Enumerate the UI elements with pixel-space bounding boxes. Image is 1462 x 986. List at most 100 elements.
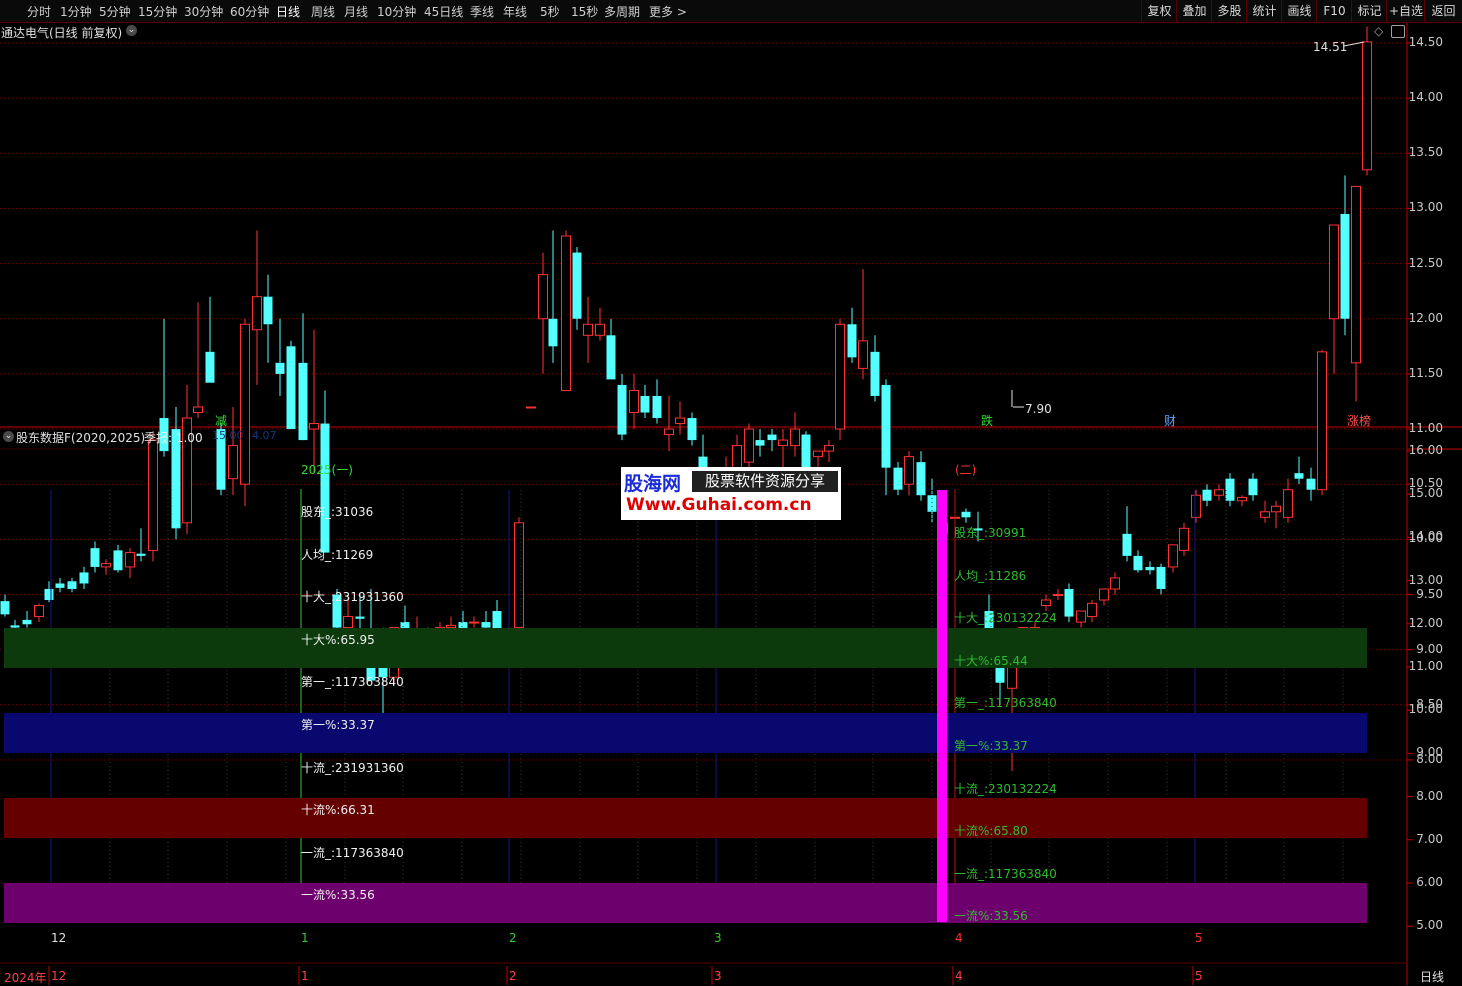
price-tick-label: 11.50 [1408, 365, 1443, 380]
left-value-label: 一流%:33.56 [301, 888, 375, 903]
candle-body-up [1237, 496, 1247, 502]
candle-body-up [228, 445, 238, 480]
timeline-month-label: 2 [509, 969, 517, 983]
candle-body-down [298, 362, 308, 441]
timeline-month-label: 3 [714, 969, 722, 983]
candle-body-down [263, 296, 273, 325]
price-tick-label: 13.50 [1408, 145, 1443, 160]
candle-body-down [55, 583, 65, 588]
candle-body-down [548, 318, 558, 347]
indicator-month-label: 4 [955, 931, 963, 945]
shareholder-band [4, 798, 1367, 838]
indicator-tick-label: 8.00 [1416, 788, 1443, 803]
candle-body-down [1294, 473, 1304, 479]
left-value-label: 十流_:231931360 [301, 760, 404, 775]
candle-body-up [309, 423, 319, 430]
candle-body-down [1340, 213, 1350, 319]
candle-body-up [1283, 489, 1293, 518]
candle-body-up [583, 323, 593, 336]
candle-body-down [136, 553, 146, 556]
candle-body-up [538, 274, 548, 320]
candle-body-up [790, 428, 800, 447]
indicator-tick-label: 7.00 [1416, 831, 1443, 846]
indicator-month-label: 2 [509, 931, 517, 945]
candle-body-down [572, 252, 582, 319]
right-value-label: 十大%:65.44 [954, 653, 1028, 668]
price-tick-label: 13.00 [1408, 200, 1443, 215]
candle-body-down [79, 572, 89, 584]
status-period[interactable]: 日线 [1420, 968, 1444, 985]
candle-body-up [446, 624, 456, 629]
event-tag-finance[interactable]: 财 [1164, 412, 1176, 429]
chevron-down-icon[interactable]: ⌄ [126, 25, 137, 36]
candle-body-down [767, 434, 777, 441]
indicator-tick-label: 15.00 [1408, 486, 1443, 501]
event-tag-gain-list[interactable]: 涨榜 [1347, 412, 1371, 429]
candle-body-down [916, 462, 926, 496]
watermark-url: Www.Guhai.com.cn [626, 495, 812, 515]
indicator-tick-label: 12.00 [1408, 615, 1443, 630]
candle-body-down [1248, 478, 1258, 496]
event-tag-reduce[interactable]: 减 [215, 412, 227, 429]
indicator-toggle-icon[interactable]: ⌄ [3, 431, 14, 442]
candle-body-down [90, 548, 100, 567]
price-tick-label: 9.50 [1416, 586, 1443, 601]
candle-body-up [904, 456, 914, 485]
candle-body-down [755, 440, 765, 446]
indicator-title[interactable]: 股东数据F(2020,2025) [16, 429, 145, 446]
candle-body-up [732, 445, 742, 469]
left-value-label: 十大%:65.95 [301, 632, 375, 647]
candle-body-up [252, 296, 262, 331]
candle-body-up [526, 406, 536, 409]
candle-body-down [870, 351, 880, 396]
candle-body-down [652, 395, 662, 419]
indicator-tick-label: 16.00 [1408, 443, 1443, 457]
diamond-icon[interactable]: ◇ [1374, 24, 1383, 38]
right-value-label: 人均_:11286 [954, 568, 1027, 583]
candle-body-up [664, 428, 674, 436]
candle-body-up [595, 323, 605, 336]
candle-body-down [606, 335, 616, 380]
candle-body-down [927, 495, 937, 512]
high-price-label: 14.51 [1313, 40, 1348, 54]
timeline-year: 2024年 [4, 971, 47, 985]
window-restore-icon[interactable] [1391, 25, 1405, 38]
candle-body-up [1271, 505, 1281, 513]
left-value-label: 第一%:33.37 [301, 718, 375, 732]
left-value-label: 一流_:117363840 [301, 845, 404, 860]
candle-body-down [1225, 478, 1235, 501]
candle-body-up [1087, 602, 1097, 618]
right-value-label: 一流%:33.56 [954, 909, 1028, 924]
event-tag-drop[interactable]: 跌 [981, 412, 993, 429]
indicator-tick-label: 6.00 [1416, 875, 1443, 889]
shareholder-band [4, 713, 1367, 753]
candle-body-down [961, 511, 971, 518]
indicator-tick-label: 9.00 [1416, 745, 1443, 760]
candle-body-down [847, 324, 857, 358]
candle-body-down [481, 622, 491, 628]
left-value-label: 十流%:66.31 [301, 803, 375, 818]
candle-body-up [1362, 41, 1372, 171]
candle-body-up [813, 450, 823, 458]
left-value-label: 第一_:117363840 [301, 675, 404, 690]
candle-body-up [469, 621, 479, 624]
candle-body-down [10, 625, 20, 628]
price-tick-label: 14.00 [1408, 90, 1443, 105]
candle-body-down [687, 418, 697, 441]
quarter-highlight-bar [937, 490, 947, 922]
price-tick-label: 9.00 [1416, 641, 1443, 656]
watermark-banner: 股海网 股票软件资源分享 Www.Guhai.com.cn [621, 467, 841, 520]
indicator-faint-value-2: 4.07 [252, 429, 277, 442]
shareholder-band [4, 883, 1367, 923]
price-tick-label: 12.50 [1408, 255, 1443, 270]
indicator-month-label: 5 [1195, 931, 1203, 945]
candle-body-up [1053, 594, 1063, 596]
candle-body-down [640, 395, 650, 413]
timeline-month-label: 12 [51, 969, 67, 983]
right-value-label: 十流%:65.80 [954, 824, 1028, 839]
right-value-label: 第一%:33.37 [954, 739, 1028, 753]
left-value-label: 十大_:231931360 [301, 590, 404, 605]
candle-body-up [125, 552, 135, 568]
candle-body-up [514, 522, 524, 629]
timeline-month-label: 4 [955, 969, 963, 983]
